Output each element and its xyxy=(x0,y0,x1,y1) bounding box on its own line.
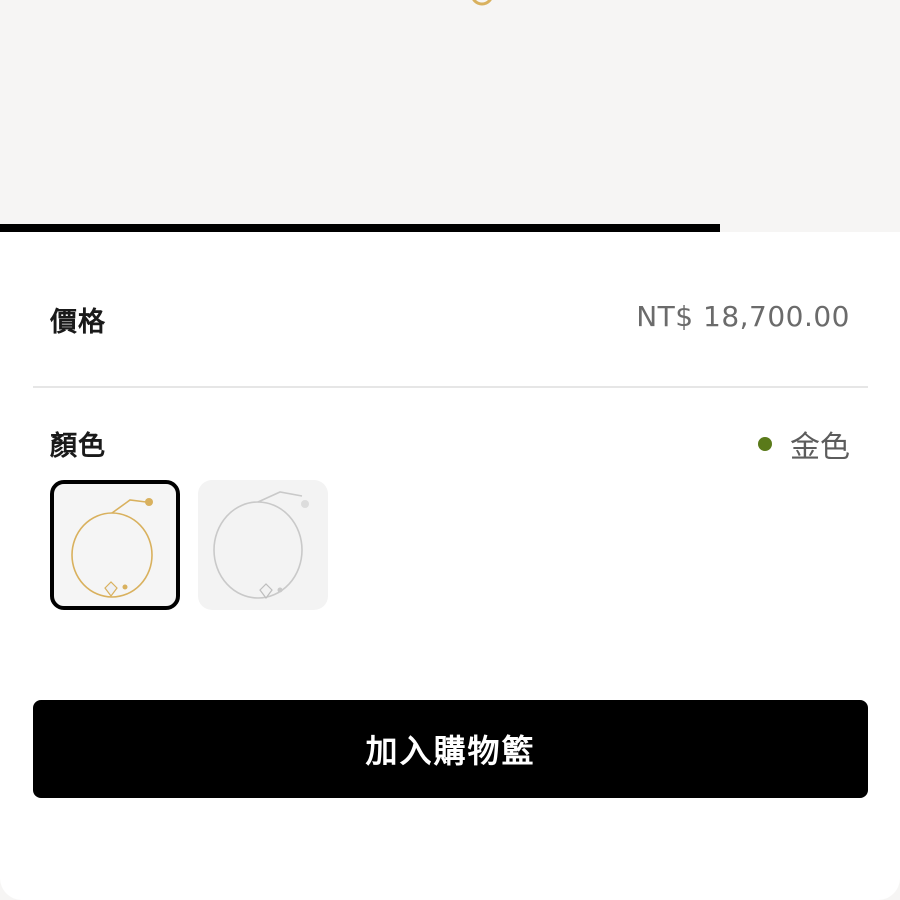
price-value: NT$ 18,700.00 xyxy=(636,300,850,333)
selected-color-name: 金色 xyxy=(790,430,850,465)
add-to-basket-button[interactable]: 加入購物籃 xyxy=(33,700,868,798)
necklace-gold-icon xyxy=(71,498,153,598)
gallery-progress-fill xyxy=(0,224,720,232)
color-dot-icon xyxy=(758,437,772,451)
product-image-gallery[interactable] xyxy=(0,0,900,232)
clasp-detail-icon xyxy=(472,0,492,6)
divider xyxy=(33,386,868,388)
color-swatch-gold[interactable] xyxy=(50,480,180,610)
color-label: 顏色 xyxy=(50,431,106,462)
selected-color-indicator: 金色 xyxy=(758,424,850,465)
product-details-sheet: 價格 NT$ 18,700.00 顏色 金色 xyxy=(0,232,900,900)
necklace-silver-icon xyxy=(213,491,309,599)
price-label: 價格 xyxy=(50,307,106,338)
color-swatch-silver[interactable] xyxy=(198,480,328,610)
gallery-progress-bar xyxy=(0,224,900,232)
